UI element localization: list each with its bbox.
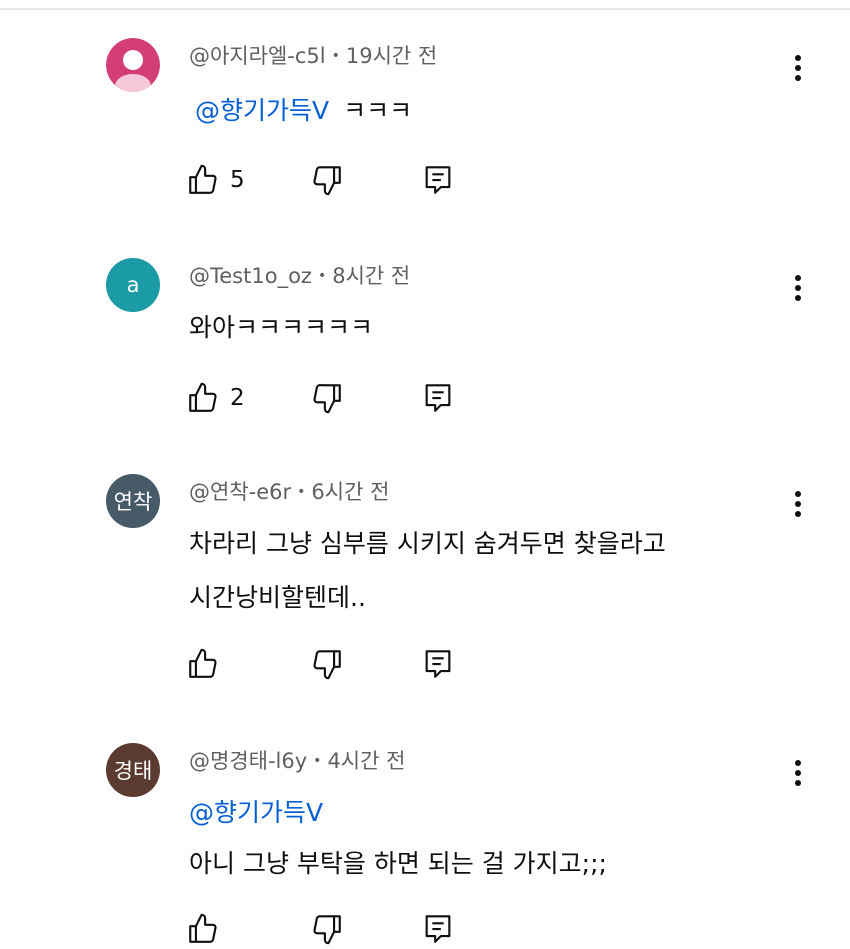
- like-count: 5: [230, 167, 245, 193]
- more-vertical-icon: [795, 760, 801, 786]
- comment-body: 차라리 그냥 심부름 시키지 숨겨두면 찾을라고: [189, 529, 666, 558]
- author-name[interactable]: @연착-e6r: [189, 480, 291, 504]
- avatar[interactable]: 연착: [106, 474, 160, 528]
- reply-button[interactable]: [422, 378, 454, 418]
- thumbs-down-icon: [313, 650, 341, 680]
- top-divider: [0, 0, 850, 10]
- thumbs-up-icon: [189, 164, 217, 194]
- like-button[interactable]: 2: [186, 378, 245, 418]
- reply-button[interactable]: [422, 644, 454, 684]
- more-button[interactable]: [784, 484, 812, 524]
- thumbs-up-icon: [189, 913, 217, 943]
- more-button[interactable]: [784, 268, 812, 308]
- more-vertical-icon: [795, 275, 801, 301]
- comment-meta: @명경태-l6y • 4시간 전: [189, 749, 406, 773]
- more-button[interactable]: [784, 753, 812, 793]
- like-button[interactable]: 5: [186, 160, 245, 200]
- more-button[interactable]: [784, 48, 812, 88]
- timestamp[interactable]: 19시간 전: [346, 44, 437, 68]
- comment-mention-line: @향기가득V: [189, 793, 323, 829]
- author-name[interactable]: @아지라엘-c5l: [189, 44, 326, 68]
- comment-meta: @연착-e6r • 6시간 전: [189, 480, 390, 504]
- like-button[interactable]: [186, 909, 220, 949]
- comment-text: @향기가득V ㅋㅋㅋ: [189, 91, 412, 127]
- comment-meta: @아지라엘-c5l • 19시간 전: [189, 44, 438, 68]
- comment-body: 시간낭비할텐데..: [189, 583, 366, 612]
- avatar-initial: 경태: [113, 759, 153, 783]
- timestamp[interactable]: 8시간 전: [332, 264, 410, 288]
- comment-text: 와아ㅋㅋㅋㅋㅋㅋ: [189, 308, 373, 344]
- avatar[interactable]: 경태: [106, 743, 160, 797]
- avatar[interactable]: [106, 38, 160, 92]
- reply-icon: [425, 915, 451, 943]
- comment-meta: @Test1o_oz • 8시간 전: [189, 264, 411, 288]
- like-button[interactable]: [186, 644, 220, 684]
- more-vertical-icon: [795, 491, 801, 517]
- avatar[interactable]: a: [106, 258, 160, 312]
- thumbs-down-icon: [313, 384, 341, 414]
- reply-button[interactable]: [422, 909, 454, 949]
- dislike-button[interactable]: [310, 378, 344, 418]
- dislike-button[interactable]: [310, 644, 344, 684]
- timestamp[interactable]: 4시간 전: [327, 749, 405, 773]
- comment-text-line-1: 차라리 그냥 심부름 시키지 숨겨두면 찾을라고: [189, 524, 666, 560]
- more-vertical-icon: [795, 55, 801, 81]
- comment-text-line-2: 시간낭비할텐데..: [189, 578, 366, 614]
- dislike-button[interactable]: [310, 909, 344, 949]
- author-name[interactable]: @명경태-l6y: [189, 749, 307, 773]
- timestamp[interactable]: 6시간 전: [311, 480, 389, 504]
- thumbs-down-icon: [313, 166, 341, 196]
- author-name[interactable]: @Test1o_oz: [189, 264, 312, 288]
- dislike-button[interactable]: [310, 160, 344, 200]
- reply-icon: [425, 384, 451, 412]
- avatar-person-icon: [106, 38, 160, 92]
- reply-button[interactable]: [422, 160, 454, 200]
- avatar-initial: a: [126, 273, 140, 297]
- mention-link[interactable]: @향기가득V: [195, 96, 329, 125]
- comment-body: 와아ㅋㅋㅋㅋㅋㅋ: [189, 313, 374, 342]
- mention-link[interactable]: @향기가득V: [189, 798, 323, 827]
- comment-text: 아니 그냥 부탁을 하면 되는 걸 가지고;;;: [189, 844, 607, 880]
- avatar-initial: 연착: [113, 490, 153, 514]
- thumbs-up-icon: [189, 648, 217, 678]
- like-count: 2: [230, 385, 245, 411]
- comment-body: 아니 그냥 부탁을 하면 되는 걸 가지고;;;: [189, 849, 607, 878]
- comment-body: ㅋㅋㅋ: [343, 96, 413, 125]
- reply-icon: [425, 166, 451, 194]
- reply-icon: [425, 650, 451, 678]
- thumbs-down-icon: [313, 915, 341, 945]
- thumbs-up-icon: [189, 382, 217, 412]
